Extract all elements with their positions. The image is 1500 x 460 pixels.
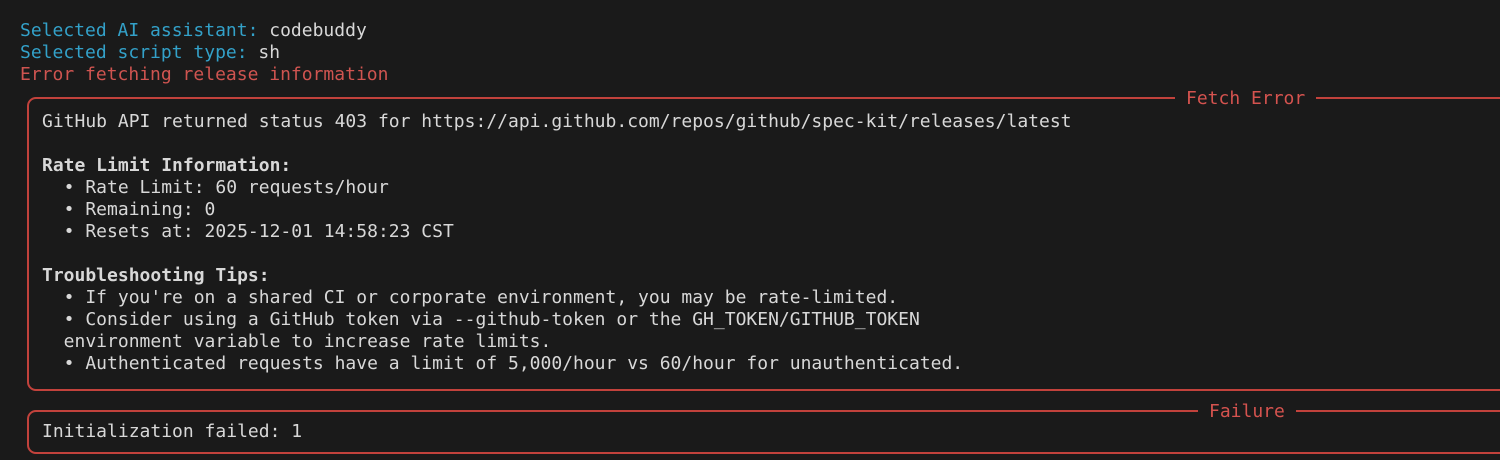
selected-assistant-label: Selected AI assistant: [20, 20, 269, 41]
selected-assistant-line: Selected AI assistant: codebuddy [20, 20, 1500, 42]
panel-text-line [42, 133, 1500, 155]
panel-text-line: GitHub API returned status 403 for https… [42, 111, 1500, 133]
failure-panel: Failure Initialization failed: 1 [27, 410, 1500, 454]
fetch-error-panel-body: GitHub API returned status 403 for https… [29, 99, 1500, 389]
panel-text-line: • Authenticated requests have a limit of… [42, 353, 1500, 375]
selected-script-type-label: Selected script type: [20, 42, 258, 63]
selected-assistant-value: codebuddy [269, 20, 367, 41]
fetch-error-panel-title: Fetch Error [1175, 88, 1316, 110]
panel-text-line: • Consider using a GitHub token via --gi… [42, 309, 1500, 331]
panel-text-line: • Rate Limit: 60 requests/hour [42, 177, 1500, 199]
panel-text-line: • If you're on a shared CI or corporate … [42, 287, 1500, 309]
selected-script-type-value: sh [258, 42, 280, 63]
selected-script-type-line: Selected script type: sh [20, 42, 1500, 64]
panel-text-line: Troubleshooting Tips: [42, 265, 1500, 287]
failure-panel-title: Failure [1198, 401, 1296, 423]
fetch-error-panel: Fetch Error GitHub API returned status 4… [27, 97, 1500, 391]
failure-message: Initialization failed: 1 [42, 421, 1500, 443]
terminal-screen: { "colors": { "background": "#1a1a1a", "… [0, 0, 1500, 460]
panel-text-line: Rate Limit Information: [42, 155, 1500, 177]
panel-text-line [42, 243, 1500, 265]
panel-text-line: • Resets at: 2025-12-01 14:58:23 CST [42, 221, 1500, 243]
terminal-header-output: Selected AI assistant: codebuddy Selecte… [0, 0, 1500, 86]
panel-text-line: • Remaining: 0 [42, 199, 1500, 221]
error-fetching-line: Error fetching release information [20, 64, 1500, 86]
panel-text-line: environment variable to increase rate li… [42, 331, 1500, 353]
